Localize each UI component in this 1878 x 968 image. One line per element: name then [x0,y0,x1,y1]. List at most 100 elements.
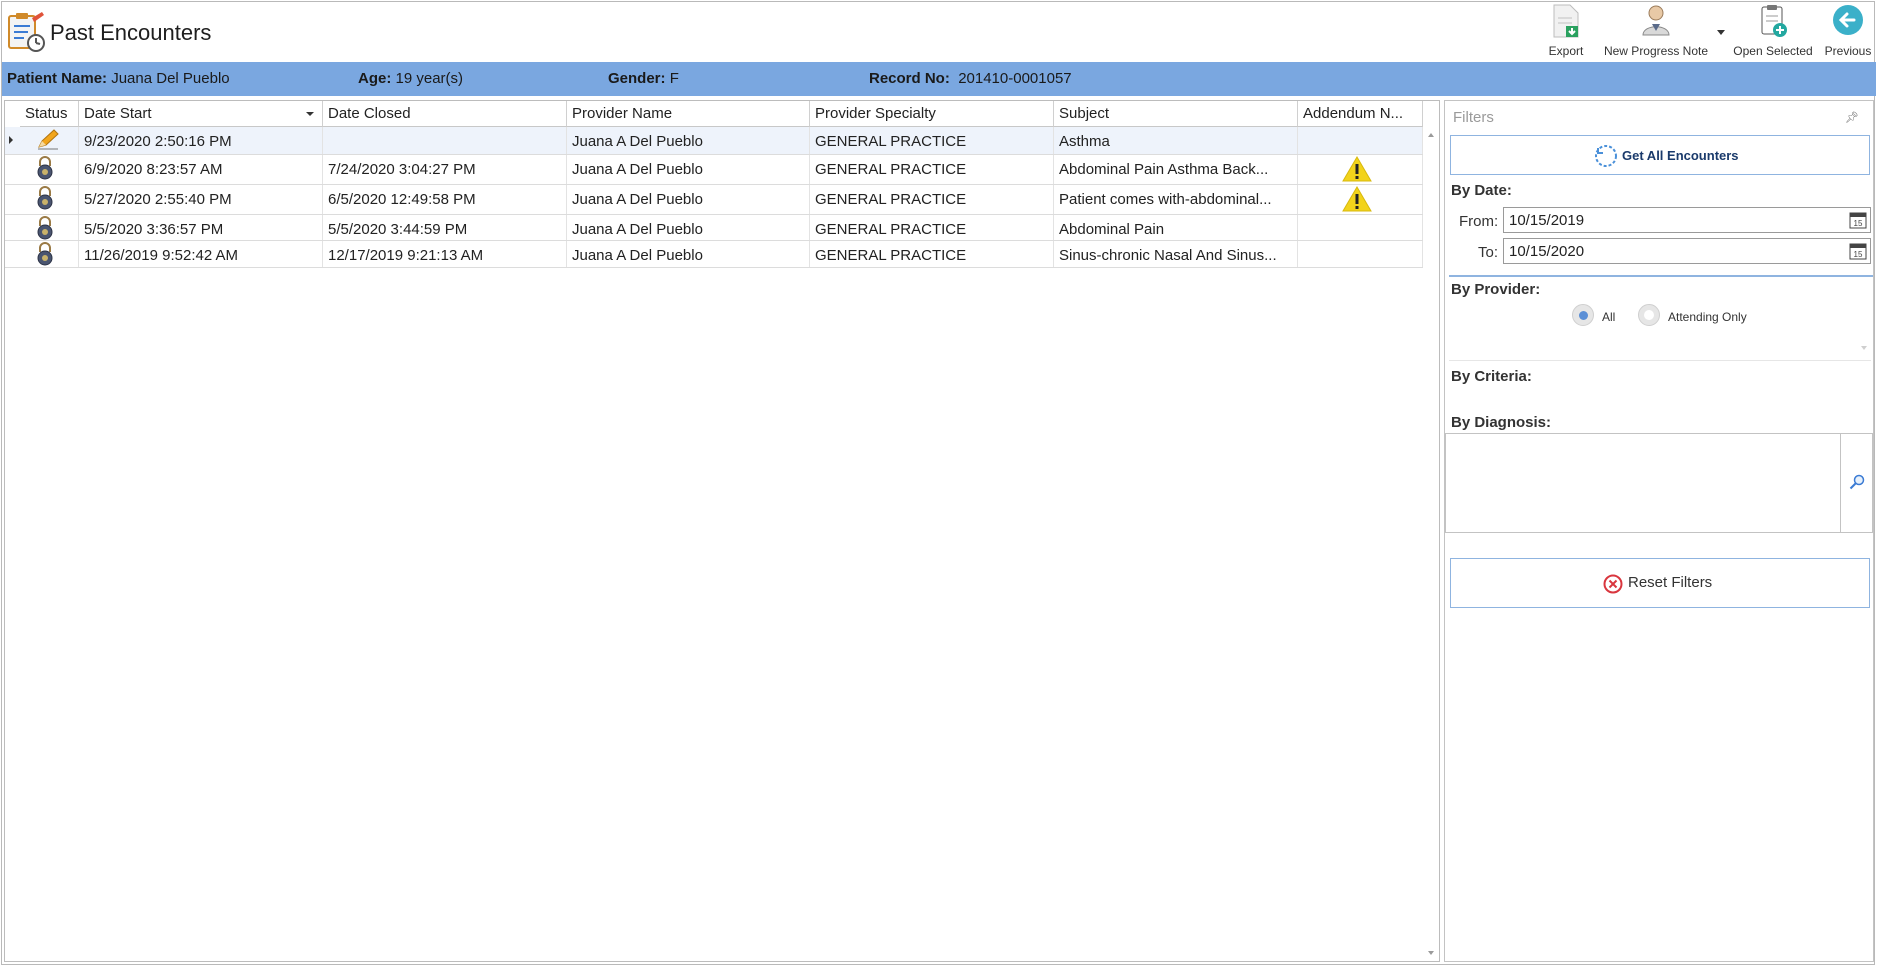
provider-select[interactable] [1449,336,1871,361]
to-date-value: 10/15/2020 [1509,243,1585,260]
cell-status [20,241,79,267]
cell-provider-specialty: GENERAL PRACTICE [810,185,1054,214]
previous-button[interactable]: Previous [1822,4,1874,58]
patient-age: Age: 19 year(s) [358,70,464,87]
from-date-input[interactable]: 10/15/2019 15 [1503,207,1871,233]
cell-subject: Asthma [1054,127,1298,154]
cell-provider-name: Juana A Del Pueblo [567,127,810,154]
cell-provider-specialty: GENERAL PRACTICE [810,155,1054,184]
cell-subject: Patient comes with-abdominal... [1054,185,1298,214]
to-date-input[interactable]: 10/15/2020 15 [1503,238,1871,264]
radio-attending-only-label[interactable]: Attending Only [1668,310,1747,324]
doctor-icon [1642,5,1670,36]
get-all-encounters-button[interactable]: Get All Encounters [1450,135,1870,175]
cell-date-start: 9/23/2020 2:50:16 PM [79,127,323,154]
export-label: Export [1548,44,1584,58]
cell-date-start: 11/26/2019 9:52:42 AM [79,241,323,267]
search-icon [1849,474,1865,490]
header: Past Encounters Export New Progress Note [0,0,1878,62]
radio-all[interactable] [1572,304,1594,326]
column-header-addendum[interactable]: Addendum N... [1298,101,1423,127]
pin-icon[interactable]: 📌︎ [1845,111,1859,124]
column-header-provider-name[interactable]: Provider Name [567,101,810,127]
table-row[interactable]: 6/9/2020 8:23:57 AM 7/24/2020 3:04:27 PM J… [5,155,1423,185]
open-document-icon [1761,5,1787,37]
column-header-status[interactable]: Status [20,101,79,127]
radio-all-label[interactable]: All [1602,310,1615,324]
open-selected-button[interactable]: Open Selected [1732,4,1814,58]
cell-provider-name: Juana A Del Pueblo [567,241,810,267]
column-header-subject[interactable]: Subject [1054,101,1298,127]
calendar-day-text: 15 [1854,250,1863,259]
row-indicator-icon [9,136,13,144]
reset-filters-button[interactable]: Reset Filters [1450,558,1870,608]
by-diagnosis-label: By Diagnosis: [1451,414,1552,431]
scroll-up-icon[interactable] [1428,133,1434,137]
lock-icon [36,156,54,184]
diagnosis-search-button[interactable] [1841,433,1873,533]
table-row[interactable]: 5/27/2020 2:55:40 PM 6/5/2020 12:49:58 PM… [5,185,1423,215]
cell-provider-specialty: GENERAL PRACTICE [810,127,1054,154]
radio-attending-only[interactable] [1638,304,1660,326]
cell-addendum [1298,215,1423,240]
filters-panel: Filters 📌︎ Get All Encounters By Date: F… [1444,100,1874,962]
lock-icon [36,242,54,267]
table-row[interactable]: 9/23/2020 2:50:16 PM Juana A Del Pueblo GE… [5,127,1423,155]
cell-status [20,127,79,154]
new-progress-note-dropdown-icon[interactable] [1717,30,1725,35]
by-criteria-label: By Criteria: [1451,368,1532,385]
cell-addendum [1298,185,1423,214]
patient-record-no: Record No: 201410-0001057 [869,70,1072,87]
column-header-date-closed[interactable]: Date Closed [323,101,567,127]
cell-status [20,185,79,214]
lock-icon [36,186,54,214]
calendar-icon[interactable]: 15 [1849,242,1867,260]
sort-descending-icon [306,112,314,116]
chevron-down-icon [1861,346,1867,350]
cell-subject: Abdominal Pain [1054,215,1298,240]
cell-status [20,215,79,240]
refresh-icon [1595,145,1617,167]
export-button[interactable]: Export [1541,4,1591,58]
patient-name: Patient Name: Juana Del Pueblo [7,70,230,87]
cell-date-start: 5/5/2020 3:36:57 PM [79,215,323,240]
table-row[interactable]: 11/26/2019 9:52:42 AM 12/17/2019 9:21:13 … [5,241,1423,268]
page-title: Past Encounters [50,20,212,45]
patient-gender: Gender: F [608,70,679,87]
grid-vertical-scrollbar[interactable] [1423,127,1439,961]
reset-filters-label: Reset Filters [1628,574,1713,591]
patient-info-bar: Patient Name: Juana Del Pueblo Age: 19 y… [2,62,1876,96]
reset-icon [1603,574,1623,594]
diagnosis-input[interactable] [1445,433,1841,533]
cell-date-closed: 5/5/2020 3:44:59 PM [323,215,567,240]
pencil-icon [36,129,60,154]
warning-icon [1342,156,1372,184]
column-header-date-start[interactable]: Date Start [79,101,323,127]
cell-addendum [1298,127,1423,154]
cell-addendum [1298,241,1423,267]
cell-date-closed: 12/17/2019 9:21:13 AM [323,241,567,267]
from-date-value: 10/15/2019 [1509,212,1585,229]
cell-provider-specialty: GENERAL PRACTICE [810,215,1054,240]
open-selected-label: Open Selected [1733,44,1813,58]
cell-provider-name: Juana A Del Pueblo [567,155,810,184]
cell-date-closed [323,127,567,154]
by-date-label: By Date: [1451,182,1512,199]
scroll-down-icon[interactable] [1428,951,1434,955]
back-arrow-icon [1833,5,1863,35]
cell-date-start: 6/9/2020 8:23:57 AM [79,155,323,184]
column-header-provider-specialty[interactable]: Provider Specialty [810,101,1054,127]
by-provider-label: By Provider: [1451,281,1541,298]
cell-subject: Sinus-chronic Nasal And Sinus... [1054,241,1298,267]
encounters-grid: Status Date Start Date Closed Provider N… [4,100,1440,962]
cell-addendum [1298,155,1423,184]
past-encounters-app-icon [8,12,45,52]
calendar-icon[interactable]: 15 [1849,211,1867,229]
cell-date-start: 5/27/2020 2:55:40 PM [79,185,323,214]
to-label: To: [1478,244,1499,261]
cell-provider-name: Juana A Del Pueblo [567,185,810,214]
table-row[interactable]: 5/5/2020 3:36:57 PM 5/5/2020 3:44:59 PM Ju… [5,215,1423,241]
new-progress-note-button[interactable]: New Progress Note [1600,4,1712,58]
cell-date-closed: 6/5/2020 12:49:58 PM [323,185,567,214]
export-icon [1553,4,1579,38]
